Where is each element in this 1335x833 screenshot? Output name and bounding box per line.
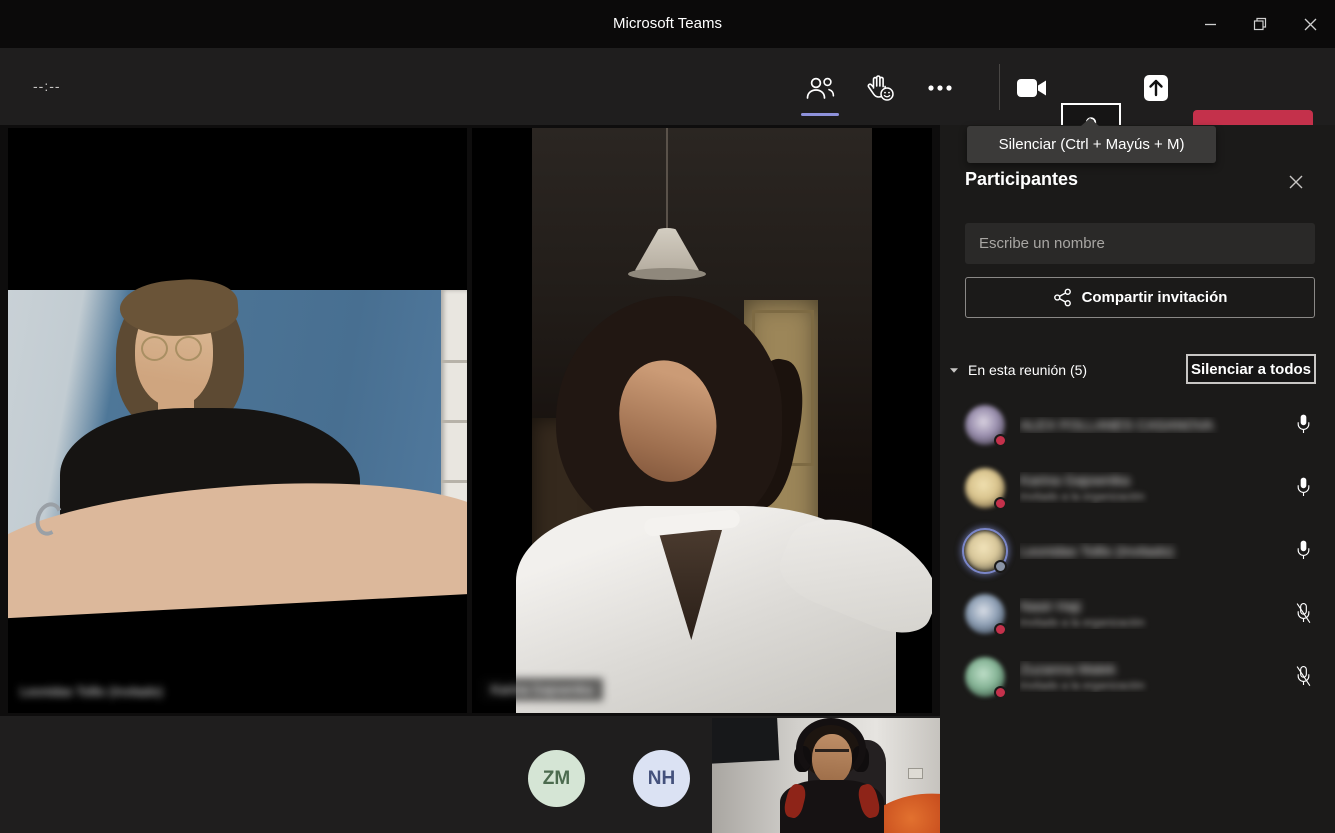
participant-name: Zuzanna Malek [1020,661,1291,677]
participants-icon [805,75,835,101]
in-meeting-section: En esta reunión (5) Silenciar a todos [940,355,1335,385]
mic-muted-icon [1297,667,1310,686]
restore-button[interactable] [1235,0,1285,48]
presence-badge [994,497,1007,510]
share-invitation-button[interactable]: Compartir invitación [965,277,1315,318]
video-tile-2-name-label: Karina Gajownika [481,678,603,701]
participants-button[interactable] [798,66,842,110]
share-invitation-icon [1053,288,1072,307]
participant-row[interactable]: Leonidas Tollis (Invitado) [940,519,1335,582]
participant-row[interactable]: Zuzanna Malek Invitado a la organización [940,645,1335,708]
participant-name: Nasir Haji [1020,598,1291,614]
presence-badge [994,434,1007,447]
participant-row[interactable]: ALEX FOLLANES CASANOVA [940,393,1335,456]
meeting-timer: --:-- [33,78,61,94]
video-tile-1-name-label: Leonidas Tollis (Invitado) [20,684,163,699]
video-stage: Leonidas Tollis (Invitado) [0,125,940,833]
participant-avatar [965,657,1005,697]
minimize-button[interactable] [1185,0,1235,48]
presence-badge [994,686,1007,699]
participant-subtitle: Invitado a la organización [1020,617,1291,629]
meeting-main-area: Leonidas Tollis (Invitado) [0,125,1335,833]
video-tile-1[interactable]: Leonidas Tollis (Invitado) [8,128,467,713]
share-invitation-label: Compartir invitación [1082,289,1228,306]
participant-name: ALEX FOLLANES CASANOVA [1020,417,1291,433]
participant-mic-button[interactable] [1291,665,1315,688]
restore-icon [1253,17,1267,31]
video-feed-1 [8,290,467,556]
close-window-button[interactable] [1285,0,1335,48]
tooltip-arrow [1081,118,1099,126]
participant-mic-button[interactable] [1291,476,1315,499]
presence-badge [994,623,1007,636]
participant-mic-button[interactable] [1291,602,1315,625]
active-tab-underline [801,113,839,116]
window-controls [1185,0,1335,48]
participant-initials-avatar-nh[interactable]: NH [633,750,690,807]
section-collapse-toggle[interactable]: En esta reunión (5) [949,362,1087,378]
mic-on-icon [1298,415,1309,433]
more-options-button[interactable] [918,66,962,110]
participants-panel: Participantes Compartir invitación [940,125,1335,833]
close-panel-icon [1288,174,1304,190]
participant-name: Karina Gajownika [1020,472,1291,488]
present-arrow-icon [1140,73,1172,103]
mute-all-label: Silenciar a todos [1191,361,1311,378]
ellipsis-icon [927,84,953,92]
mic-muted-icon [1297,604,1310,623]
participant-search-input[interactable] [965,223,1315,264]
close-icon [1304,18,1317,31]
mic-on-icon [1298,541,1309,559]
mute-tooltip: Silenciar (Ctrl + Mayús + M) [967,126,1216,163]
panel-title: Participantes [965,169,1078,190]
mic-on-icon [1298,478,1309,496]
chevron-down-icon [949,367,959,374]
share-screen-button[interactable] [1134,68,1178,108]
participant-list: ALEX FOLLANES CASANOVA [940,393,1335,708]
presence-badge [994,560,1007,573]
video-tile-2[interactable]: Karina Gajownika [472,128,932,713]
initials-zm: ZM [543,768,570,790]
participant-mic-button[interactable] [1291,413,1315,436]
camera-on-icon [1016,77,1048,99]
participant-row[interactable]: Karina Gajownika Invitado a la organizac… [940,456,1335,519]
participant-avatar [965,531,1005,571]
tooltip-text: Silenciar (Ctrl + Mayús + M) [999,136,1185,153]
camera-button[interactable] [1010,68,1054,108]
participant-avatar [965,468,1005,508]
participant-mic-button[interactable] [1291,539,1315,562]
initials-nh: NH [648,768,675,790]
participant-avatar [965,405,1005,445]
participant-row[interactable]: Nasir Haji Invitado a la organización [940,582,1335,645]
video-feed-2 [532,128,872,713]
section-label: En esta reunión (5) [968,362,1087,378]
participant-initials-avatar-zm[interactable]: ZM [528,750,585,807]
mute-all-button[interactable]: Silenciar a todos [1186,354,1316,384]
close-panel-button[interactable] [1285,171,1307,193]
participant-avatar [965,594,1005,634]
participant-name: Leonidas Tollis (Invitado) [1020,543,1291,559]
minimize-icon [1204,18,1217,31]
teams-meeting-window: Microsoft Teams --:-- [0,0,1335,833]
self-view-video[interactable] [712,718,940,833]
title-bar: Microsoft Teams [0,0,1335,48]
window-title: Microsoft Teams [0,0,1335,48]
meeting-toolbar: --:-- [0,48,1335,125]
participant-subtitle: Invitado a la organización [1020,491,1291,503]
participant-subtitle: Invitado a la organización [1020,680,1291,692]
reactions-button[interactable] [858,66,902,110]
toolbar-divider [999,64,1000,110]
stage-bottom-bar: ZM NH [0,716,940,833]
raise-hand-reaction-icon [865,74,895,102]
